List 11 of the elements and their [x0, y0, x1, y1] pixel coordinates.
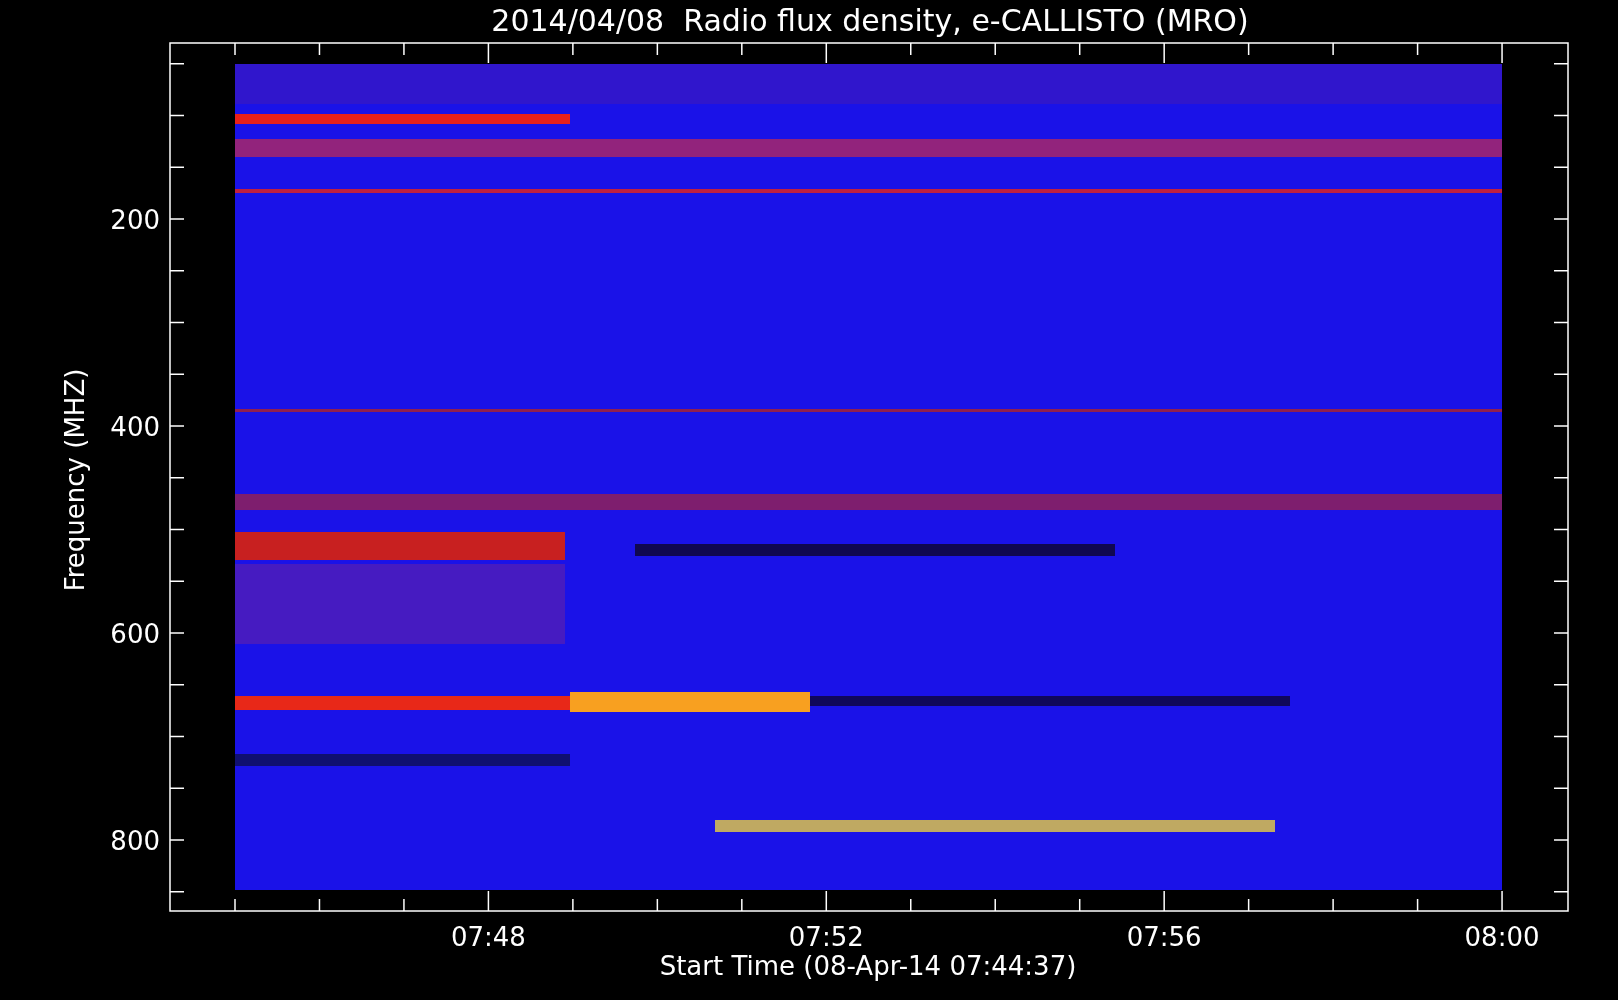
x-tick-label: 07:48 — [450, 922, 526, 952]
y-tick-label: 600 — [110, 619, 160, 649]
y-tick-label: 400 — [110, 412, 160, 442]
x-axis-label: Start Time (08-Apr-14 07:44:37) — [659, 951, 1077, 981]
y-tick-label: 200 — [110, 205, 160, 235]
chart-title: 2014/04/08 Radio flux density, e-CALLISTO (MRO) — [491, 3, 1249, 38]
x-tick-label: 07:56 — [1126, 922, 1202, 952]
x-tick-label: 08:00 — [1464, 922, 1540, 952]
y-axis-label: Frequency (MHZ) — [60, 368, 90, 592]
x-tick-label: 07:52 — [788, 922, 864, 952]
y-tick-label: 800 — [110, 826, 160, 856]
